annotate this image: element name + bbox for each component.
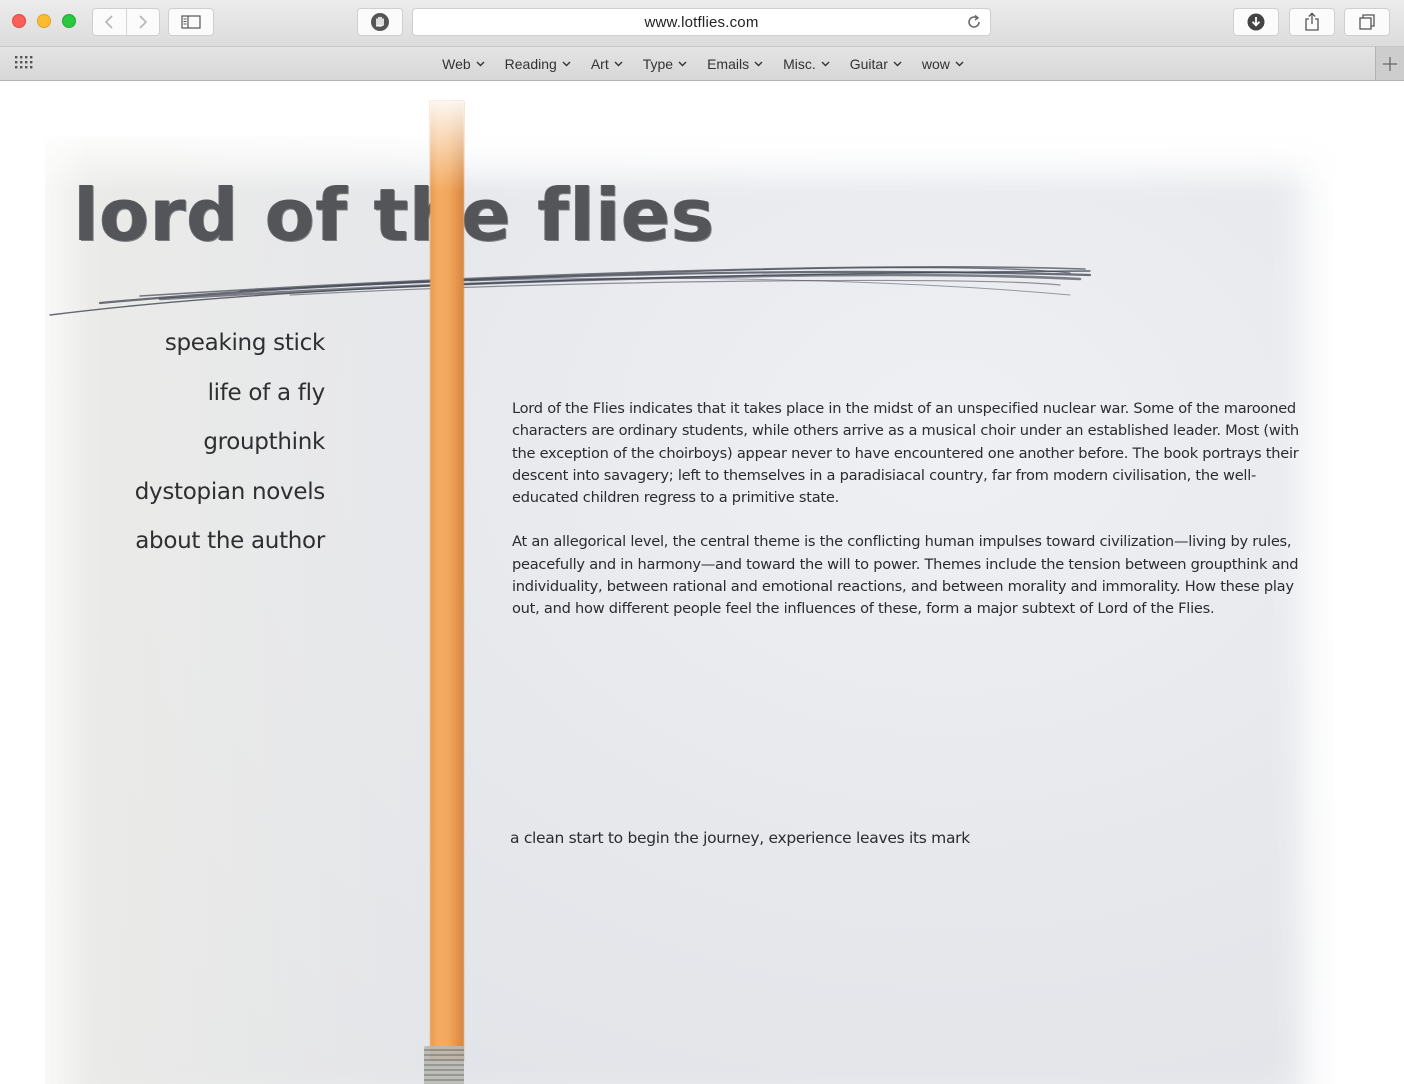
- bookmark-label: Emails: [707, 55, 750, 72]
- nav-groupthink[interactable]: groupthink: [100, 418, 325, 468]
- bookmark-folder-art[interactable]: Art: [591, 56, 623, 72]
- bookmark-label: Web: [442, 55, 471, 72]
- browser-titlebar: www.lotflies.com: [0, 0, 1404, 47]
- bookmark-label: Art: [590, 55, 609, 72]
- bookmark-label: wow: [921, 55, 950, 72]
- chevron-down-icon: [614, 61, 623, 66]
- bookmark-label: Reading: [504, 55, 557, 72]
- favorites-bar: Web Reading Art Type Emails Misc. Guitar…: [0, 47, 1404, 81]
- nav-about-the-author[interactable]: about the author: [100, 517, 325, 567]
- bookmark-folder-reading[interactable]: Reading: [505, 56, 571, 72]
- close-window-button[interactable]: [12, 14, 26, 28]
- pencil-ferrule: [424, 1046, 464, 1084]
- back-button[interactable]: [93, 9, 127, 35]
- tabs-overview-button[interactable]: [1344, 8, 1390, 36]
- download-icon: [1247, 13, 1265, 31]
- bookmark-folder-guitar[interactable]: Guitar: [850, 56, 902, 72]
- sidebar-button[interactable]: [168, 8, 214, 36]
- bookmark-folder-type[interactable]: Type: [643, 56, 687, 72]
- vignette-right: [1294, 81, 1404, 1084]
- side-navigation: speaking stick life of a fly groupthink …: [100, 319, 326, 567]
- pencil-divider-image: [424, 101, 470, 1084]
- bookmark-label: Guitar: [849, 55, 888, 72]
- url-text: www.lotflies.com: [644, 13, 759, 31]
- chevron-down-icon: [821, 61, 830, 66]
- history-nav: [92, 8, 160, 36]
- nav-dystopian-novels[interactable]: dystopian novels: [100, 468, 326, 518]
- bookmark-folder-misc[interactable]: Misc.: [783, 56, 830, 72]
- pencil-scribble: [49, 266, 1092, 316]
- web-page: lord of the flies speaking stick life of…: [0, 81, 1404, 1084]
- paragraph-themes: At an allegorical level, the central the…: [512, 533, 1299, 618]
- chevron-right-icon: [139, 15, 147, 29]
- chevron-down-icon: [562, 61, 571, 66]
- chevron-left-icon: [105, 15, 113, 29]
- forward-button[interactable]: [127, 9, 160, 35]
- plus-icon: [1383, 56, 1397, 71]
- chevron-down-icon: [476, 61, 485, 66]
- chevron-down-icon: [678, 61, 687, 66]
- chevron-down-icon: [955, 61, 964, 66]
- privacy-button[interactable]: [357, 8, 403, 36]
- bookmark-folder-web[interactable]: Web: [442, 56, 485, 72]
- reload-icon: [968, 14, 980, 28]
- nav-life-of-a-fly[interactable]: life of a fly: [100, 369, 326, 419]
- share-icon: [1305, 12, 1319, 31]
- hand-icon: [371, 13, 389, 31]
- site-title: lord of the flies: [74, 173, 716, 257]
- address-bar[interactable]: www.lotflies.com: [412, 8, 991, 36]
- bookmark-folder-emails[interactable]: Emails: [707, 56, 763, 72]
- bookmark-folder-wow[interactable]: wow: [922, 56, 964, 72]
- chevron-down-icon: [754, 61, 763, 66]
- paragraph-summary: Lord of the Flies indicates that it take…: [512, 400, 1299, 507]
- new-tab-button[interactable]: [1375, 47, 1404, 80]
- pencil-body: [430, 101, 464, 1061]
- chevron-down-icon: [893, 61, 902, 66]
- sidebar-icon: [181, 15, 201, 29]
- share-button[interactable]: [1289, 8, 1335, 36]
- main-content: Lord of the Flies indicates that it take…: [512, 398, 1302, 643]
- reload-button[interactable]: [966, 14, 982, 35]
- zoom-window-button[interactable]: [62, 14, 76, 28]
- nav-speaking-stick[interactable]: speaking stick: [100, 319, 325, 369]
- tabs-icon: [1359, 14, 1375, 30]
- bookmark-label: Misc.: [783, 55, 816, 72]
- bookmark-label: Type: [642, 55, 674, 72]
- tagline: a clean start to begin the journey, expe…: [510, 829, 970, 847]
- pencil-fade: [430, 101, 464, 191]
- downloads-button[interactable]: [1233, 8, 1279, 36]
- bookmark-folders: Web Reading Art Type Emails Misc. Guitar…: [0, 47, 1404, 80]
- minimize-window-button[interactable]: [37, 14, 51, 28]
